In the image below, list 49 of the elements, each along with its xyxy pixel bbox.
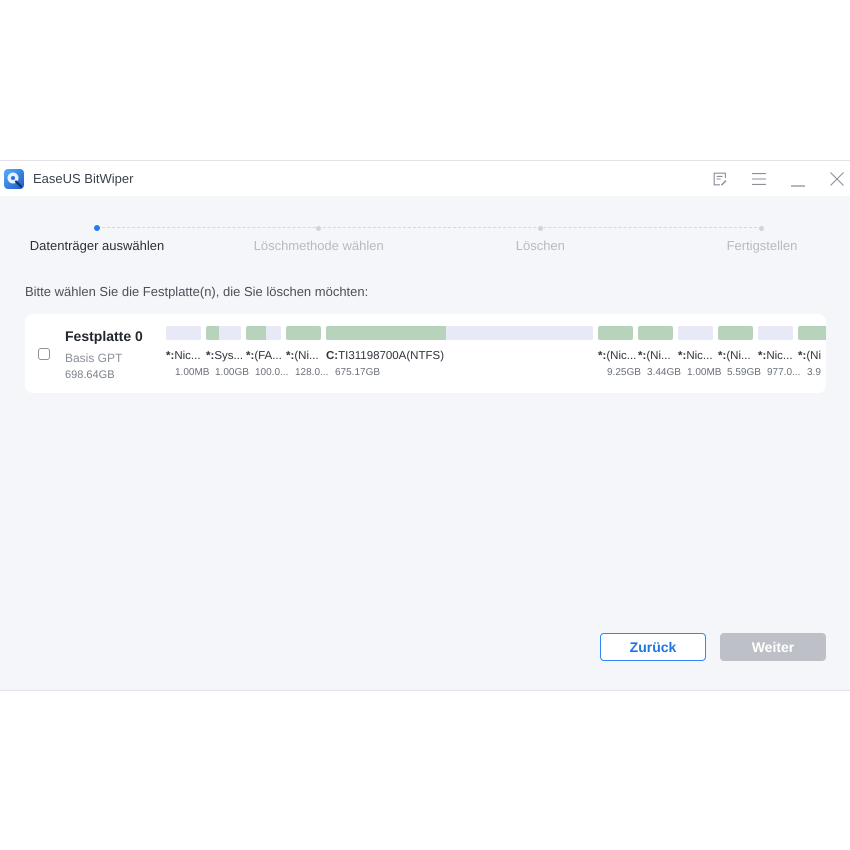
step-label: Fertigstellen (726, 237, 798, 255)
partition-size: 1.00MB (175, 366, 210, 380)
partition-label: *:(Ni... (286, 349, 319, 364)
partition-size: 3.44GB (647, 366, 681, 380)
partition-label: *:Nic... (678, 349, 713, 364)
partition-label: *:(Ni (798, 349, 822, 364)
minimize-icon[interactable] (791, 184, 805, 186)
partition-label: *:Nic... (166, 349, 201, 364)
disk-card[interactable] (25, 314, 826, 393)
instruction-text: Bitte wählen Sie die Festplatte(n), die Sie löschen möchten: (25, 283, 370, 301)
partition-size: 1.00MB (687, 366, 722, 380)
app-logo-icon (4, 168, 24, 188)
partition-size: 128.0... (295, 366, 328, 380)
partition-label: *:(FA... (246, 349, 282, 364)
partition-label: *:Nic... (758, 349, 793, 364)
partition-size: 5.59GB (727, 366, 761, 380)
step-label: Datenträger auswählen (30, 237, 164, 255)
partition-size: 1.00GB (215, 366, 249, 380)
partition-bar[interactable] (718, 326, 753, 340)
partition-bar[interactable] (638, 326, 673, 340)
partition-size: 675.17GB (335, 366, 380, 380)
partition-bar[interactable] (286, 326, 321, 340)
partition-size: 9.25GB (607, 366, 641, 380)
partition-label: *:Sys... (206, 349, 244, 364)
partition-size: 3.9 (807, 366, 821, 380)
disk-name: Festplatte 0 (65, 327, 143, 346)
partition-label: *:(Ni... (718, 349, 751, 364)
partition-bar[interactable] (678, 326, 713, 340)
partition-bar[interactable] (798, 326, 826, 340)
step-label: Löschmethode wählen (254, 237, 384, 255)
partition-bar[interactable] (206, 326, 241, 340)
partition-label: C:TI31198700A(NTFS) (326, 349, 444, 364)
step-label: Löschen (516, 237, 565, 255)
partition-bar[interactable] (166, 326, 201, 340)
partition-size: 977.0... (767, 366, 800, 380)
partition-label: *:(Nic... (598, 349, 636, 364)
partition-bar[interactable] (246, 326, 281, 340)
partition-size: 100.0... (255, 366, 288, 380)
partition-label: *:(Ni... (638, 349, 671, 364)
disk-capacity: 698.64GB (65, 368, 115, 382)
note-pencil-icon[interactable] (713, 172, 727, 186)
menu-icon[interactable] (752, 172, 766, 184)
partition-bar[interactable] (598, 326, 633, 340)
back-button[interactable]: Zurück (600, 633, 706, 661)
disk-type: Basis GPT (65, 350, 122, 366)
window-title: EaseUS BitWiper (33, 170, 134, 188)
close-icon[interactable] (830, 172, 844, 186)
partition-bar[interactable] (758, 326, 793, 340)
disk-checkbox[interactable] (38, 348, 50, 360)
